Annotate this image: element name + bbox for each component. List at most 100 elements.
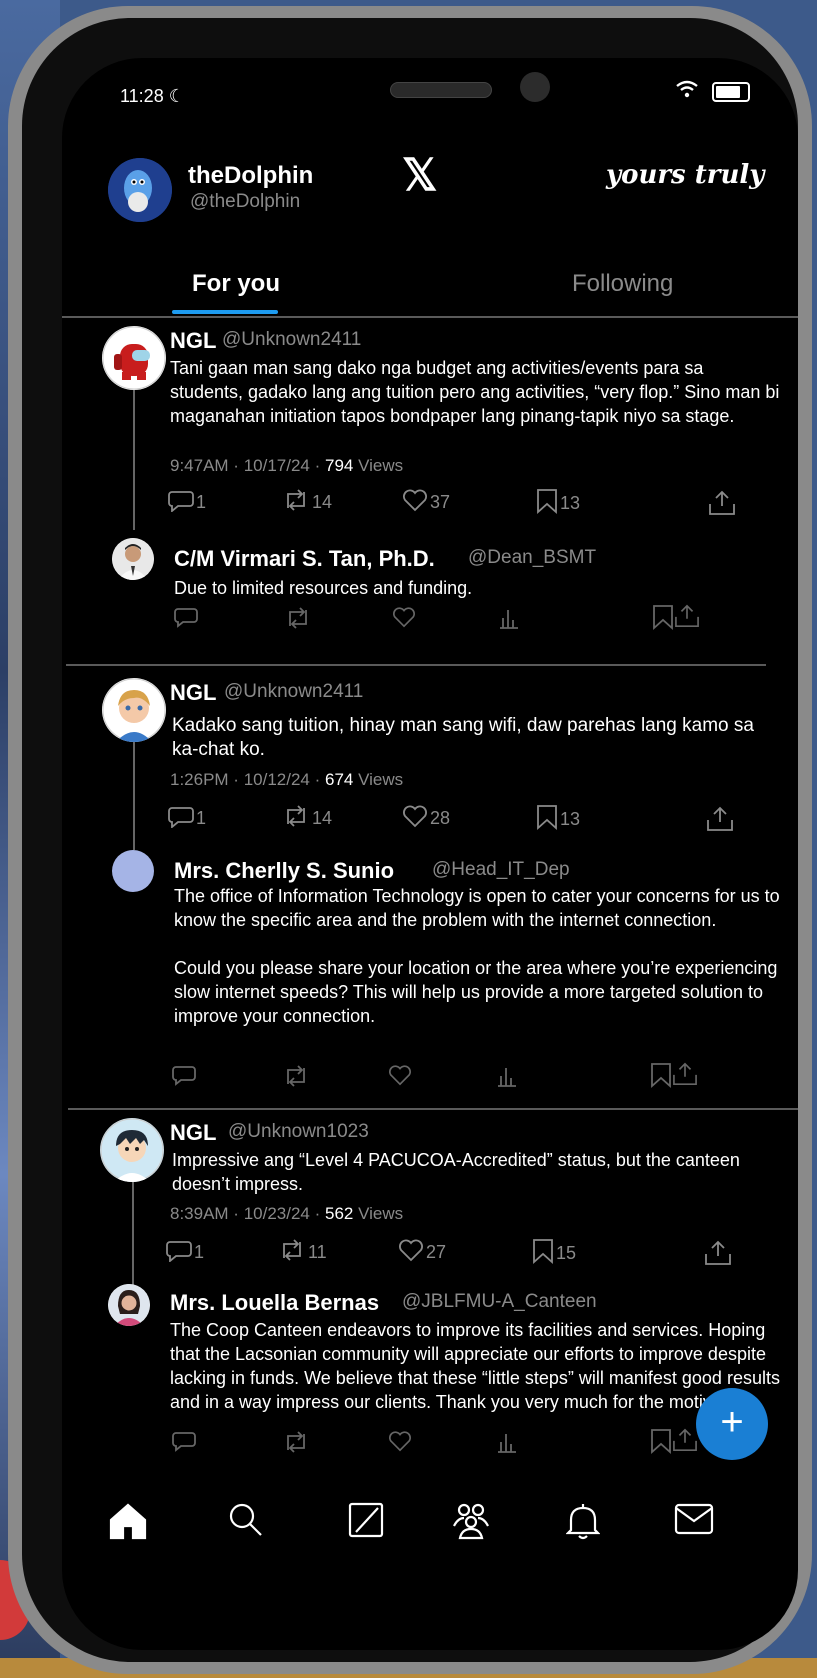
bookmark-icon	[536, 804, 558, 835]
reply-author-name[interactable]: C/M Virmari S. Tan, Ph.D.	[174, 546, 435, 572]
reply-avatar[interactable]	[112, 538, 154, 580]
like-button[interactable]: 27	[398, 1238, 446, 1267]
wifi-icon	[676, 80, 698, 103]
repost-button[interactable]: 14	[282, 804, 332, 833]
tabs-divider	[62, 316, 798, 318]
reply-author-handle[interactable]: @Head_IT_Dep	[432, 859, 570, 881]
tab-following[interactable]: Following	[572, 270, 673, 298]
repost-icon	[282, 488, 310, 517]
share-icon	[706, 806, 734, 837]
notifications-icon[interactable]	[565, 1502, 601, 1545]
reply-avatar[interactable]	[112, 850, 154, 892]
reply-button[interactable]: 1	[166, 1238, 204, 1267]
reply-button[interactable]: 1	[168, 488, 206, 517]
share-button[interactable]	[708, 490, 736, 521]
post-meta: 1:26PM · 10/12/24 · 674 Views	[170, 770, 404, 789]
heart-icon	[398, 1238, 424, 1267]
reply-body: The Coop Canteen endeavors to improve it…	[170, 1320, 780, 1412]
repost-icon[interactable]	[282, 1430, 310, 1459]
reply-icon[interactable]	[172, 1430, 196, 1457]
x-logo[interactable]: 𝕏	[402, 150, 437, 201]
bookmark-button[interactable]: 13	[536, 804, 580, 835]
bookmark-button[interactable]: 15	[532, 1238, 576, 1269]
avatar[interactable]	[102, 678, 166, 742]
profile-handle: @theDolphin	[190, 191, 301, 212]
reply-icon[interactable]	[174, 606, 198, 633]
messages-icon[interactable]	[674, 1502, 714, 1541]
profile-avatar[interactable]	[108, 158, 172, 222]
share-button[interactable]	[706, 806, 734, 837]
reply-icon	[166, 1238, 192, 1267]
active-tab-indicator	[172, 310, 278, 314]
post-author-handle[interactable]: @Unknown1023	[228, 1121, 369, 1143]
views-icon[interactable]	[496, 1430, 518, 1459]
share-icon[interactable]	[672, 1428, 698, 1457]
speaker-grille	[390, 82, 492, 98]
views-icon[interactable]	[496, 1064, 518, 1093]
share-icon	[708, 490, 736, 521]
status-time: 11:28 ☾	[120, 86, 185, 106]
repost-icon[interactable]	[284, 606, 312, 635]
post-author-handle[interactable]: @Unknown2411	[224, 681, 363, 703]
heart-icon	[402, 488, 428, 517]
reply-author-name[interactable]: Mrs. Cherlly S. Sunio	[174, 858, 394, 884]
reply-icon	[168, 804, 194, 833]
bookmark-icon	[536, 488, 558, 519]
avatar[interactable]	[102, 326, 166, 390]
moon-icon: ☾	[168, 86, 185, 106]
share-icon[interactable]	[672, 1062, 698, 1091]
thread-line	[133, 370, 135, 530]
reply-author-name[interactable]: Mrs. Louella Bernas	[170, 1290, 379, 1316]
share-button[interactable]	[704, 1240, 732, 1271]
views-icon[interactable]	[498, 606, 520, 635]
repost-button[interactable]: 11	[278, 1238, 327, 1267]
reply-icon	[168, 488, 194, 517]
reply-author-handle[interactable]: @JBLFMU-A_Canteen	[402, 1291, 597, 1313]
communities-icon[interactable]	[450, 1502, 492, 1545]
reply-paragraph: The office of Information Technology is …	[174, 886, 780, 930]
reply-icon[interactable]	[172, 1064, 196, 1091]
phone-frame: 11:28 ☾ theDolphin @theDolphin 𝕏 yours t…	[8, 6, 812, 1674]
post-author-name[interactable]: NGL	[170, 328, 216, 354]
post-author-name[interactable]: NGL	[170, 1120, 216, 1146]
compose-button[interactable]: +	[696, 1388, 768, 1460]
bookmark-icon[interactable]	[650, 1428, 672, 1459]
profile-name[interactable]: theDolphin	[188, 162, 313, 190]
tab-for-you[interactable]: For you	[192, 270, 280, 298]
bookmark-icon	[532, 1238, 554, 1269]
repost-icon[interactable]	[282, 1064, 310, 1093]
like-button[interactable]: 37	[402, 488, 450, 517]
heart-icon	[402, 804, 428, 833]
post-body: Kadako sang tuition, hinay man sang wifi…	[172, 715, 754, 760]
front-camera	[520, 72, 550, 102]
reply-avatar[interactable]	[108, 1284, 150, 1326]
reply-paragraph: Could you please share your location or …	[174, 958, 778, 1026]
post-body: Impressive ang “Level 4 PACUCOA-Accredit…	[172, 1150, 740, 1194]
like-button[interactable]: 28	[402, 804, 450, 833]
bookmark-icon[interactable]	[650, 1062, 672, 1093]
status-icons	[676, 80, 750, 103]
post-body: Tani gaan man sang dako nga budget ang a…	[170, 358, 780, 426]
heart-icon[interactable]	[388, 1430, 412, 1457]
post-meta: 8:39AM · 10/23/24 · 562 Views	[170, 1204, 404, 1223]
grok-icon[interactable]	[348, 1502, 384, 1543]
search-icon[interactable]	[228, 1502, 264, 1543]
repost-icon	[278, 1238, 306, 1267]
heart-icon[interactable]	[392, 606, 416, 633]
avatar[interactable]	[100, 1118, 164, 1182]
reply-author-handle[interactable]: @Dean_BSMT	[468, 547, 596, 569]
home-icon[interactable]	[108, 1502, 148, 1545]
reply-button[interactable]: 1	[168, 804, 206, 833]
repost-icon	[282, 804, 310, 833]
bookmark-button[interactable]: 13	[536, 488, 580, 519]
phone-screen: 11:28 ☾ theDolphin @theDolphin 𝕏 yours t…	[62, 58, 798, 1650]
thread-divider	[68, 1108, 798, 1110]
reply-body: The office of Information Technology is …	[174, 884, 784, 1028]
share-icon[interactable]	[674, 604, 700, 633]
bookmark-icon[interactable]	[652, 604, 674, 635]
repost-button[interactable]: 14	[282, 488, 332, 517]
heart-icon[interactable]	[388, 1064, 412, 1091]
post-author-handle[interactable]: @Unknown2411	[222, 329, 361, 351]
post-author-name[interactable]: NGL	[170, 680, 216, 706]
